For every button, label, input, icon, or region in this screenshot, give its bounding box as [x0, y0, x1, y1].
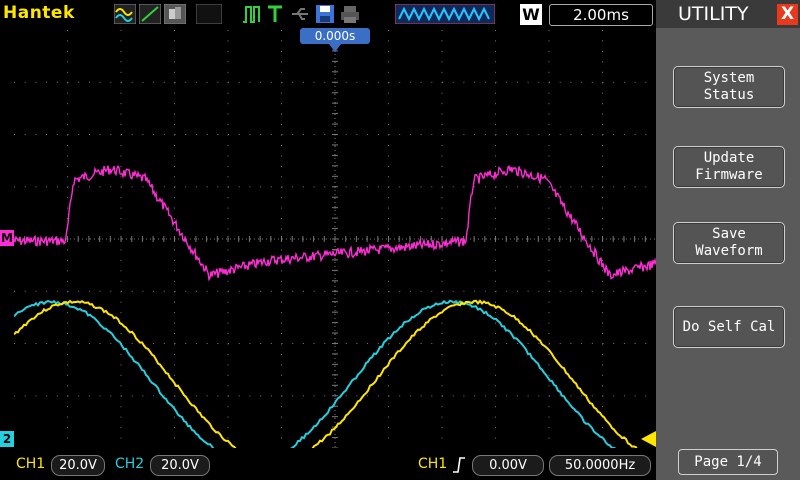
- rising-edge-icon: [453, 457, 465, 473]
- waveform-mode-icon[interactable]: [114, 4, 136, 24]
- blank-icon: [196, 4, 222, 24]
- update-firmware-button[interactable]: Update Firmware: [673, 146, 785, 188]
- line-mode-icon[interactable]: [139, 4, 161, 24]
- top-toolbar: Hantek W 2.00ms: [0, 0, 656, 28]
- page-button[interactable]: Page 1/4: [678, 449, 778, 475]
- close-button[interactable]: X: [777, 4, 798, 25]
- ch1-scale[interactable]: 20.0V: [51, 455, 105, 476]
- waveform-display: [14, 30, 656, 448]
- trigger-position-label[interactable]: 0.000s: [300, 28, 370, 44]
- brand-logo: Hantek: [3, 3, 75, 23]
- math-marker[interactable]: M: [0, 230, 14, 246]
- trigger-level-marker[interactable]: [641, 431, 656, 447]
- usb-icon: [292, 8, 308, 20]
- ch2-label: CH2: [115, 456, 145, 472]
- print-icon[interactable]: [339, 4, 361, 24]
- save-icon[interactable]: [314, 4, 336, 24]
- w-badge: W: [520, 4, 542, 25]
- utility-panel: UTILITY X System Status Update Firmware …: [656, 0, 800, 480]
- ch2-scale[interactable]: 20.0V: [150, 455, 210, 476]
- trigger-t-icon: [268, 5, 282, 22]
- self-cal-button[interactable]: Do Self Cal: [673, 306, 785, 348]
- timebase-readout[interactable]: 2.00ms: [549, 4, 653, 26]
- run-mode-icon[interactable]: [241, 4, 263, 24]
- panel-header: UTILITY X: [656, 0, 800, 28]
- ch1-label: CH1: [16, 456, 46, 472]
- frequency-readout: 50.0000Hz: [549, 455, 651, 476]
- persist-mode-icon[interactable]: [164, 4, 186, 24]
- system-status-button[interactable]: System Status: [673, 66, 785, 108]
- trigger-source-label: CH1: [418, 456, 448, 472]
- ch2-marker[interactable]: 2: [0, 431, 14, 447]
- trigger-level[interactable]: 0.00V: [472, 455, 544, 476]
- save-waveform-button[interactable]: Save Waveform: [673, 222, 785, 264]
- trigger-position-arrow: [329, 44, 341, 52]
- bottom-status-bar: CH1 20.0V CH2 20.0V CH1 0.00V 50.0000Hz: [0, 452, 656, 480]
- memory-depth-icon: [395, 4, 495, 24]
- panel-title: UTILITY: [678, 3, 749, 25]
